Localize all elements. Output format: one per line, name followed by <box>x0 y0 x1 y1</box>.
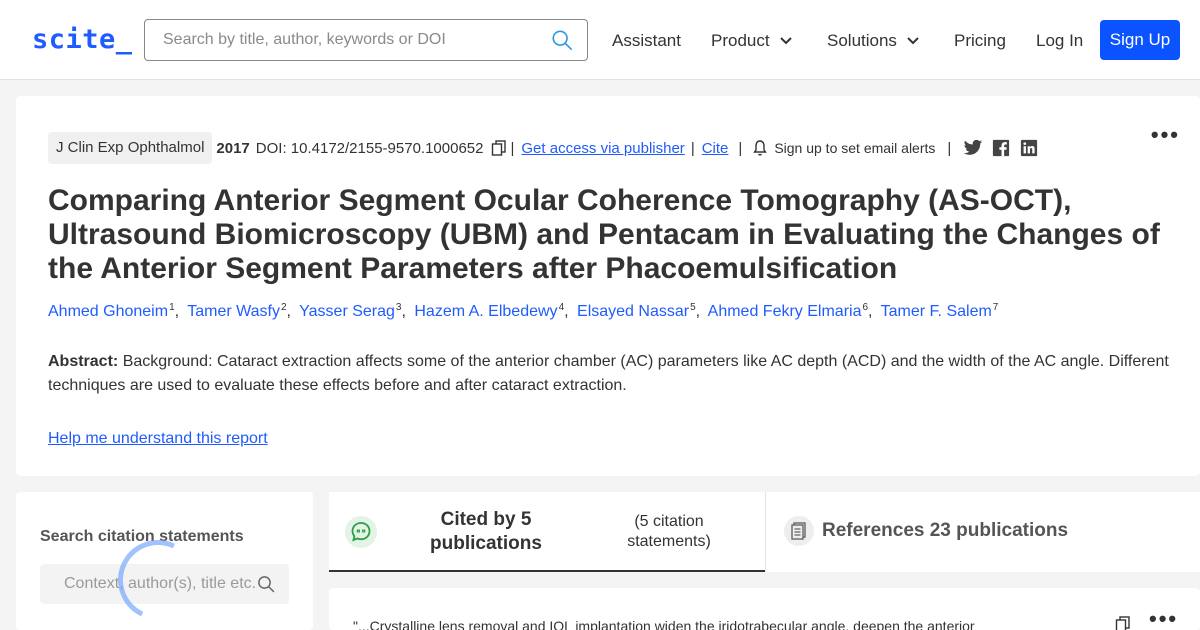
search-box[interactable] <box>144 19 588 61</box>
top-navbar: scite_ Assistant Product Solutions Prici… <box>0 0 1200 80</box>
document-icon <box>784 516 814 546</box>
citation-snippet-text: "...Crystalline lens removal and IOL imp… <box>353 618 975 630</box>
more-options-icon[interactable]: ••• <box>1151 122 1180 148</box>
search-icon[interactable] <box>551 29 573 51</box>
copy-icon[interactable] <box>1115 616 1131 630</box>
linkedin-icon[interactable] <box>1019 139 1039 157</box>
cited-by-label: Cited by 5 publications <box>430 509 542 554</box>
citation-tabs: Cited by 5 publications (5 citation stat… <box>329 492 1200 572</box>
references-label: References 23 publications <box>822 520 1069 541</box>
author-link[interactable]: Hazem A. Elbedewy4 <box>414 302 564 320</box>
speech-bubble-quote-icon <box>345 516 377 548</box>
article-title: Comparing Anterior Segment Ocular Cohere… <box>48 184 1160 285</box>
author-list: Ahmed Ghoneim1, Tamer Wasfy2, Yasser Ser… <box>48 302 999 321</box>
abstract-label: Abstract: <box>48 353 119 370</box>
facebook-icon[interactable] <box>991 139 1011 157</box>
abstract: Abstract: Background: Cataract extractio… <box>48 350 1178 398</box>
chevron-down-icon <box>907 37 919 45</box>
search-input[interactable] <box>145 20 545 60</box>
author-link[interactable]: Tamer F. Salem7 <box>881 302 999 320</box>
copy-icon[interactable] <box>491 140 507 156</box>
nav-login[interactable]: Log In <box>1036 31 1083 51</box>
journal-badge: J Clin Exp Ophthalmol <box>48 132 213 164</box>
author-link[interactable]: Ahmed Ghoneim1 <box>48 302 175 320</box>
bell-icon[interactable] <box>752 139 768 157</box>
tab-references[interactable]: References 23 publications <box>765 492 1200 572</box>
search-icon[interactable] <box>257 575 275 593</box>
get-access-link[interactable]: Get access via publisher <box>521 140 684 157</box>
sign-up-button[interactable]: Sign Up <box>1100 20 1180 60</box>
nav-pricing[interactable]: Pricing <box>954 31 1006 51</box>
help-understand-link[interactable]: Help me understand this report <box>48 430 268 448</box>
citation-statements-count: (5 citation statements) <box>627 513 711 550</box>
author-link[interactable]: Ahmed Fekry Elmaria6 <box>708 302 868 320</box>
nav-assistant[interactable]: Assistant <box>612 31 681 51</box>
nav-product[interactable]: Product <box>711 31 792 51</box>
chevron-down-icon <box>779 37 792 45</box>
citation-snippet-card: "...Crystalline lens removal and IOL imp… <box>329 588 1200 630</box>
author-link[interactable]: Tamer Wasfy2 <box>187 302 286 320</box>
more-options-icon[interactable]: ••• <box>1149 606 1178 630</box>
author-link[interactable]: Yasser Serag3 <box>299 302 401 320</box>
twitter-icon[interactable] <box>963 139 983 157</box>
abstract-text: Background: Cataract extraction affects … <box>48 353 1169 394</box>
doi-text: DOI: 10.4172/2155-9570.1000652 <box>255 139 484 157</box>
scite-logo[interactable]: scite_ <box>32 24 133 55</box>
cite-link[interactable]: Cite <box>702 140 729 157</box>
article-card: J Clin Exp Ophthalmol 2017 DOI: 10.4172/… <box>16 96 1200 476</box>
article-meta: J Clin Exp Ophthalmol 2017 DOI: 10.4172/… <box>48 132 1039 164</box>
author-link[interactable]: Elsayed Nassar5 <box>577 302 696 320</box>
tab-cited-by[interactable]: Cited by 5 publications (5 citation stat… <box>329 492 765 572</box>
email-alerts-link[interactable]: Sign up to set email alerts <box>774 140 935 156</box>
publication-year: 2017 <box>216 139 250 157</box>
nav-solutions[interactable]: Solutions <box>827 31 919 51</box>
